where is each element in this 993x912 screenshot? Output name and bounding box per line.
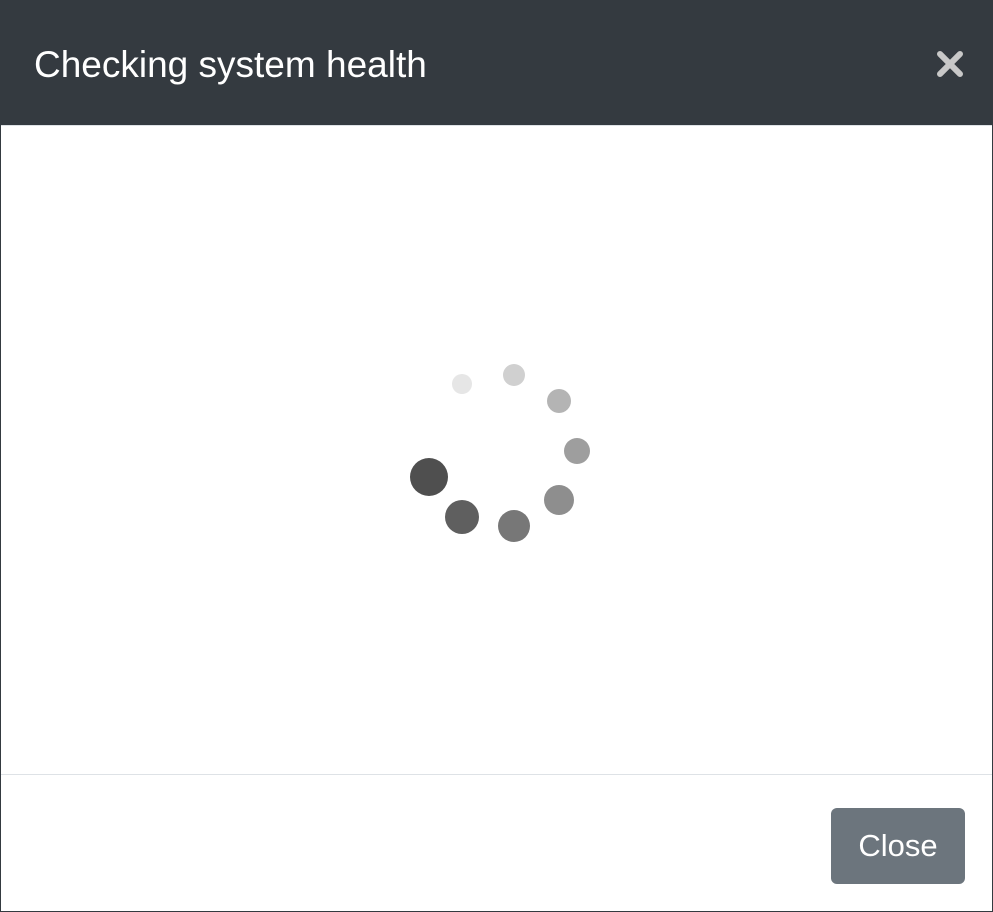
modal-dialog: Checking system health Close (0, 0, 993, 912)
spinner-dot (452, 374, 472, 394)
modal-header: Checking system health (1, 1, 992, 126)
modal-body (1, 126, 992, 774)
spinner-dot (544, 485, 574, 515)
spinner-dot (503, 364, 525, 386)
close-icon[interactable] (931, 45, 969, 83)
spinner-dot (547, 389, 571, 413)
close-button[interactable]: Close (831, 808, 965, 884)
spinner-dot (498, 510, 530, 542)
loading-spinner-icon (393, 358, 609, 574)
modal-footer: Close (1, 775, 992, 911)
spinner-dot (564, 438, 590, 464)
modal-title: Checking system health (34, 44, 427, 85)
spinner-dot (410, 458, 448, 496)
spinner-dot (445, 500, 479, 534)
